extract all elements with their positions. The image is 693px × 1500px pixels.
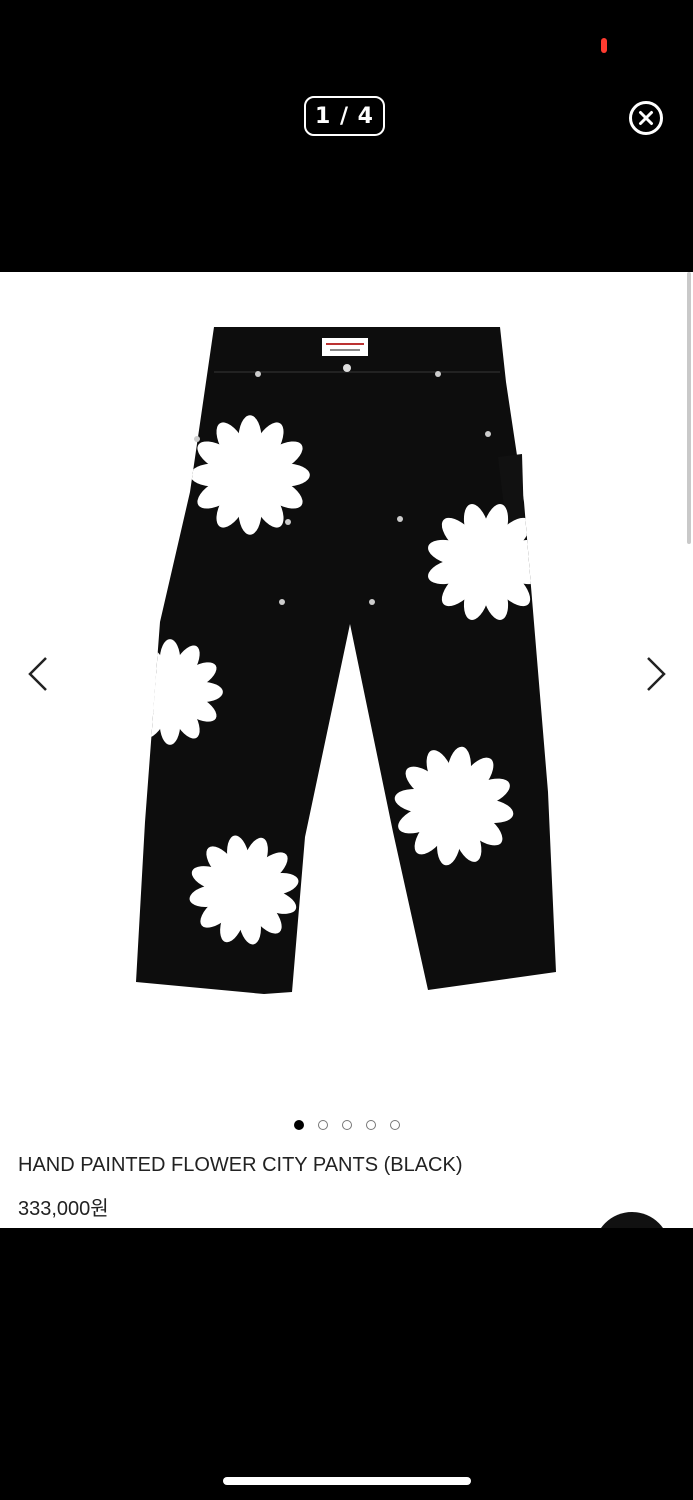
carousel-dot[interactable] [293,1120,304,1130]
product-price: 333,000원 [18,1198,109,1220]
product-title: HAND PAINTED FLOWER CITY PANTS (BLACK) [18,1154,463,1176]
home-indicator[interactable] [223,1477,471,1485]
status-indicator-dot [601,38,607,53]
carousel-dot[interactable] [365,1120,376,1130]
carousel-dot[interactable] [389,1120,400,1130]
carousel-dot[interactable] [341,1120,352,1130]
chevron-right-icon[interactable] [640,654,670,694]
close-icon[interactable] [628,100,664,136]
chevron-left-icon[interactable] [24,654,54,694]
chat-button[interactable] [594,1212,670,1228]
image-counter: 1 / 4 [304,96,385,136]
product-sheet: HAND PAINTED FLOWER CITY PANTS (BLACK) 3… [0,272,693,1228]
carousel-dot[interactable] [317,1120,328,1130]
pants-image [136,327,556,994]
carousel-dots [0,1120,693,1130]
